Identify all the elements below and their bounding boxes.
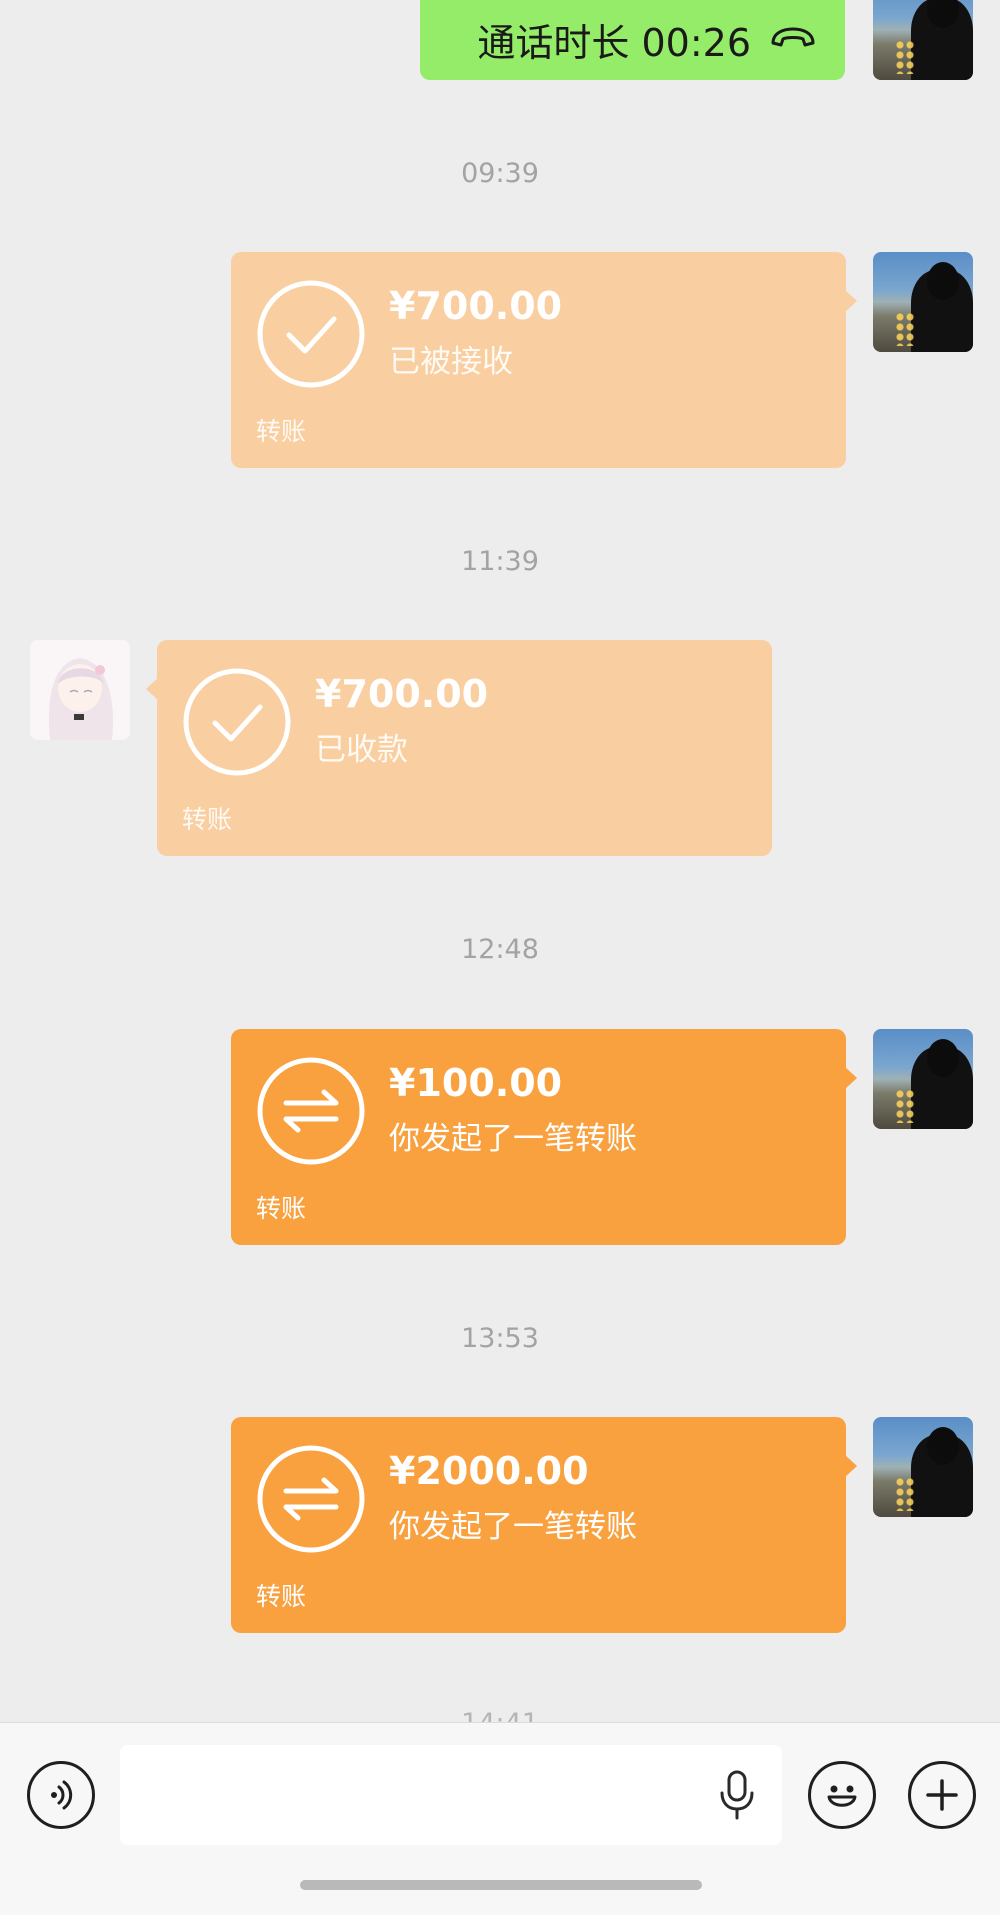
transfer-status: 已收款 xyxy=(315,732,408,768)
home-indicator[interactable] xyxy=(300,1880,702,1890)
transfer-status: 你发起了一笔转账 xyxy=(389,1121,637,1157)
transfer-label: 转账 xyxy=(182,805,233,834)
transfer-amount: ¥700.00 xyxy=(315,672,489,716)
self-avatar[interactable] xyxy=(873,1029,973,1129)
more-options-button[interactable] xyxy=(908,1761,976,1829)
transfer-card[interactable]: ¥100.00 你发起了一笔转账 转账 xyxy=(231,1029,857,1245)
transfer-amount: ¥100.00 xyxy=(389,1061,563,1105)
self-avatar[interactable] xyxy=(873,0,973,80)
transfer-label: 转账 xyxy=(256,1194,307,1223)
transfer-arrows-icon xyxy=(257,1445,365,1553)
transfer-status: 你发起了一笔转账 xyxy=(389,1509,637,1545)
timestamp-partial: 14:41 xyxy=(0,1708,1000,1722)
transfer-arrows-icon xyxy=(257,1057,365,1165)
timestamp: 11:39 xyxy=(461,546,539,577)
emoji-icon xyxy=(827,1785,857,1807)
call-record-bubble[interactable]: 通话时长 00:26 xyxy=(420,0,845,80)
voice-mode-icon xyxy=(51,1780,73,1810)
transfer-label: 转账 xyxy=(256,1582,307,1611)
contact-avatar[interactable] xyxy=(30,640,130,740)
transfer-card[interactable]: ¥700.00 已被接收 转账 xyxy=(231,252,857,468)
check-circle-icon xyxy=(257,280,365,388)
transfer-amount: ¥2000.00 xyxy=(389,1449,589,1493)
check-circle-icon xyxy=(183,668,291,776)
timestamp: 13:53 xyxy=(461,1323,539,1354)
phone-hangup-icon xyxy=(769,0,817,53)
transfer-amount: ¥700.00 xyxy=(389,284,563,328)
timestamp: 09:39 xyxy=(461,158,539,189)
transfer-card[interactable]: ¥700.00 已收款 转账 xyxy=(146,640,772,856)
chat-message-list[interactable]: 通话时长 00:26 09:39 ¥700.00 已被接收 转账 11:39 ¥… xyxy=(0,0,1000,1722)
self-avatar[interactable] xyxy=(873,252,973,352)
timestamp: 12:48 xyxy=(461,934,539,965)
transfer-status: 已被接收 xyxy=(389,344,513,380)
transfer-card[interactable]: ¥2000.00 你发起了一笔转账 转账 xyxy=(231,1417,857,1633)
transfer-label: 转账 xyxy=(256,417,307,446)
plus-icon xyxy=(926,1779,958,1811)
self-avatar[interactable] xyxy=(873,1417,973,1517)
microphone-icon[interactable] xyxy=(714,1769,760,1825)
anime-girl-avatar-image xyxy=(30,640,130,740)
emoji-button[interactable] xyxy=(808,1761,876,1829)
call-duration-text: 通话时长 00:26 xyxy=(477,20,751,65)
voice-mode-button[interactable] xyxy=(27,1761,95,1829)
message-input[interactable] xyxy=(120,1745,782,1845)
